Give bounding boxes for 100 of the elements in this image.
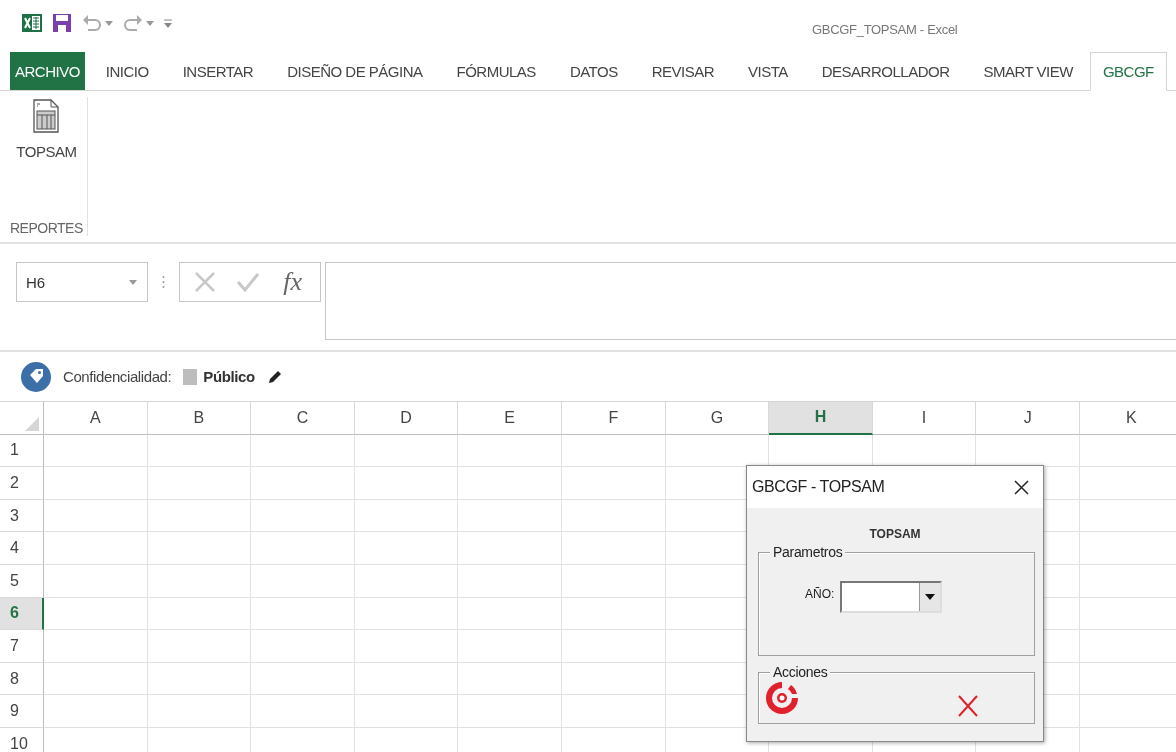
grid-cell[interactable] [147,662,252,696]
grid-cell[interactable] [458,467,562,500]
column-header[interactable]: G [665,402,770,435]
year-combobox[interactable] [840,581,943,613]
pencil-icon[interactable] [266,368,283,385]
row-header[interactable]: 2 [0,467,44,500]
grid-cell[interactable] [354,630,459,663]
ribbon-tab[interactable]: INICIO [88,52,166,90]
ribbon-tab[interactable]: INSERTAR [165,52,271,90]
grid-cell[interactable] [251,564,355,598]
grid-cell[interactable] [561,434,666,468]
grid-cell[interactable] [147,630,252,663]
grid-cell[interactable] [147,564,252,598]
grid-cell[interactable] [561,597,666,631]
enter-icon[interactable] [235,272,260,292]
run-button[interactable] [763,679,801,717]
row-header[interactable]: 1 [0,434,44,468]
grid-cell[interactable] [458,630,562,663]
row-header[interactable]: 6 [0,597,44,631]
grid-cell[interactable] [251,499,355,533]
grid-cell[interactable] [147,695,252,728]
grid-cell[interactable] [561,564,666,598]
column-header[interactable]: A [44,402,148,435]
cancel-button[interactable] [958,695,978,717]
grid-cell[interactable] [458,499,562,533]
row-header[interactable]: 7 [0,630,44,663]
ribbon-tab[interactable]: DESARROLLADOR [804,52,967,90]
grid-cell[interactable] [147,434,252,468]
grid-cell[interactable] [44,499,148,533]
grid-cell[interactable] [44,662,148,696]
ribbon-tab[interactable]: DISEÑO DE PÁGINA [270,52,440,90]
grid-cell[interactable] [44,467,148,500]
grid-cell[interactable] [44,597,148,631]
grid-cell[interactable] [354,499,459,533]
grid-cell[interactable] [44,630,148,663]
grid-cell[interactable] [44,434,148,468]
grid-cell[interactable] [147,597,252,631]
ribbon-tab[interactable]: REVISAR [634,52,732,90]
ribbon-tab[interactable]: FÓRMULAS [439,52,553,90]
report-button[interactable]: TOPSAM [12,97,81,162]
ribbon-tab[interactable]: GBCGF [1089,52,1167,91]
close-button[interactable] [1012,477,1031,497]
column-header[interactable]: C [251,402,355,435]
redo-icon[interactable] [123,14,143,32]
file-tab[interactable]: ARCHIVO [10,52,85,90]
grid-cell[interactable] [44,695,148,728]
name-box[interactable]: H6 [16,262,148,302]
grid-cell[interactable] [561,499,666,533]
ribbon-tab[interactable]: VISTA [731,52,805,90]
row-header[interactable]: 5 [0,564,44,598]
grid-cell[interactable] [458,434,562,468]
excel-icon[interactable] [22,13,42,33]
grid-cell[interactable] [354,467,459,500]
grid-cell[interactable] [561,467,666,500]
save-icon[interactable] [52,13,72,33]
grid-cell[interactable] [458,695,562,728]
column-header[interactable]: F [561,402,666,435]
grid-cell[interactable] [251,434,355,468]
insert-function-button[interactable]: fx [279,267,307,297]
customize-icon[interactable] [164,18,172,28]
grid-cell[interactable] [147,467,252,500]
column-header[interactable]: H [769,402,873,435]
grid-cell[interactable] [251,597,355,631]
dropdown-arrow-icon[interactable] [925,594,936,600]
grid-cell[interactable] [458,597,562,631]
column-header[interactable]: B [147,402,252,435]
grid-cell[interactable] [354,695,459,728]
row-header[interactable]: 8 [0,662,44,696]
grid-cell[interactable] [458,564,562,598]
formula-input[interactable] [325,262,1176,340]
row-header[interactable]: 4 [0,532,44,565]
grid-cell[interactable] [561,662,666,696]
grid-cell[interactable] [561,630,666,663]
grid-cell[interactable] [251,630,355,663]
grid-cell[interactable] [458,532,562,565]
grid-cell[interactable] [147,499,252,533]
column-header[interactable]: I [872,402,977,435]
row-header[interactable]: 9 [0,695,44,728]
ribbon-tab[interactable]: DATOS [552,52,635,90]
grid-cell[interactable] [251,532,355,565]
column-header[interactable]: J [976,402,1080,435]
undo-icon[interactable] [82,14,102,32]
row-header[interactable]: 10 [0,727,44,752]
grid-cell[interactable] [251,695,355,728]
grid-cell[interactable] [561,532,666,565]
grid-cell[interactable] [354,532,459,565]
grid-cell[interactable] [44,564,148,598]
select-all-icon[interactable] [25,416,39,431]
column-header[interactable]: D [354,402,459,435]
grid-cell[interactable] [561,695,666,728]
column-header[interactable]: E [458,402,562,435]
row-header[interactable]: 3 [0,499,44,533]
grid-cell[interactable] [354,662,459,696]
grid-cell[interactable] [354,597,459,631]
ribbon-tab[interactable]: SMART VIEW [966,52,1090,90]
cancel-icon[interactable] [193,271,216,293]
grid-cell[interactable] [354,564,459,598]
grid-cell[interactable] [251,467,355,500]
grid-cell[interactable] [458,662,562,696]
grid-cell[interactable] [354,434,459,468]
